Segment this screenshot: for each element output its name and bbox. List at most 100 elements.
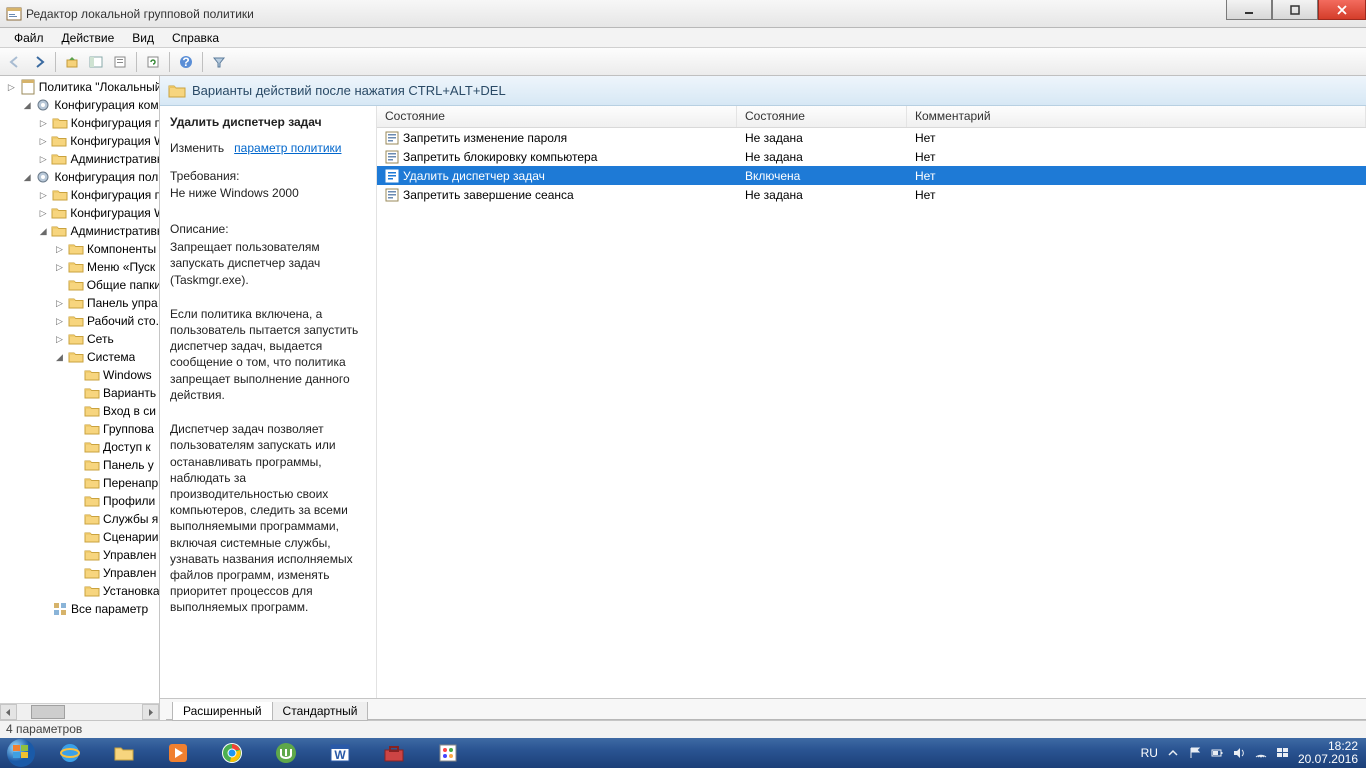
- tree-item-startmenu[interactable]: ▷Меню «Пуск: [2, 258, 159, 276]
- taskbar-item-toolbox[interactable]: [368, 739, 420, 767]
- collapse-icon[interactable]: ◢: [54, 352, 65, 363]
- tree-item-desktop[interactable]: ▷Рабочий сто.: [2, 312, 159, 330]
- properties-button[interactable]: [109, 51, 131, 73]
- tree-item-sys_login[interactable]: Вход в си: [2, 402, 159, 420]
- volume-icon[interactable]: [1232, 746, 1246, 760]
- tab-extended[interactable]: Расширенный: [172, 702, 273, 721]
- up-button[interactable]: [61, 51, 83, 73]
- menu-help[interactable]: Справка: [164, 30, 227, 46]
- collapse-icon[interactable]: ◢: [22, 172, 32, 183]
- network-icon[interactable]: [1254, 746, 1268, 760]
- taskbar-item-paint[interactable]: [422, 739, 474, 767]
- tree-item-components[interactable]: ▷Компоненты: [2, 240, 159, 258]
- list-row[interactable]: Запретить завершение сеансаНе заданаНет: [377, 185, 1366, 204]
- list-row[interactable]: Запретить блокировку компьютераНе задана…: [377, 147, 1366, 166]
- tree-item-sys_profiles[interactable]: Профили: [2, 492, 159, 510]
- tree-item-sys_services[interactable]: Службы я: [2, 510, 159, 528]
- nav-back-button[interactable]: [4, 51, 26, 73]
- show-hide-tree-button[interactable]: [85, 51, 107, 73]
- scroll-thumb[interactable]: [31, 705, 65, 719]
- taskbar-item-mediaplayer[interactable]: [152, 739, 204, 767]
- expand-icon[interactable]: ▷: [54, 298, 65, 309]
- chevron-up-icon[interactable]: [1166, 746, 1180, 760]
- nav-forward-button[interactable]: [28, 51, 50, 73]
- cell-state: Включена: [737, 169, 907, 183]
- folder-icon: [68, 349, 84, 365]
- tree-item-sys_scripts[interactable]: Сценарии: [2, 528, 159, 546]
- tree-item-sys_redirect[interactable]: Перенапр: [2, 474, 159, 492]
- column-header-state1[interactable]: Состояние: [377, 106, 737, 127]
- tree-item-control_panel[interactable]: ▷Панель упра: [2, 294, 159, 312]
- tree-item-sys_group[interactable]: Группова: [2, 420, 159, 438]
- folder-icon: [84, 439, 100, 455]
- tree-hscrollbar[interactable]: [0, 703, 159, 720]
- tree-item-comp_win[interactable]: ▷Конфигурация W: [2, 132, 159, 150]
- column-header-state2[interactable]: Состояние: [737, 106, 907, 127]
- menu-view[interactable]: Вид: [124, 30, 162, 46]
- tab-standard[interactable]: Стандартный: [272, 702, 369, 721]
- taskbar-item-utorrent[interactable]: [260, 739, 312, 767]
- tree-item-system[interactable]: ◢Система: [2, 348, 159, 366]
- requirements-text: Не ниже Windows 2000: [170, 185, 366, 201]
- tree-item-user_admin[interactable]: ◢Административн: [2, 222, 159, 240]
- menu-file[interactable]: Файл: [6, 30, 52, 46]
- tree-item-sys_mgmt1[interactable]: Управлен: [2, 546, 159, 564]
- refresh-button[interactable]: [142, 51, 164, 73]
- tree-item-network[interactable]: ▷Сеть: [2, 330, 159, 348]
- tree-item-sys_install[interactable]: Установка: [2, 582, 159, 600]
- tree-item-comp_soft[interactable]: ▷Конфигурация п: [2, 114, 159, 132]
- tree-item-user_cfg[interactable]: ◢Конфигурация поль: [2, 168, 159, 186]
- tree-item-sys_panel[interactable]: Панель у: [2, 456, 159, 474]
- tray-language[interactable]: RU: [1141, 746, 1158, 760]
- tree-item-root[interactable]: ▷Политика "Локальный: [2, 78, 159, 96]
- expand-icon[interactable]: ▷: [6, 82, 17, 93]
- tray-clock[interactable]: 18:22 20.07.2016: [1298, 740, 1358, 766]
- close-button[interactable]: [1318, 0, 1366, 20]
- edit-policy-link[interactable]: параметр политики: [234, 141, 341, 155]
- tree-item-shared_folders[interactable]: Общие папки: [2, 276, 159, 294]
- tree-item-all_params[interactable]: Все параметр: [2, 600, 159, 618]
- expand-icon[interactable]: ▷: [38, 118, 49, 129]
- tree-item-sys_access[interactable]: Доступ к: [2, 438, 159, 456]
- flag-icon[interactable]: [1188, 746, 1202, 760]
- taskbar-item-ie[interactable]: [44, 739, 96, 767]
- expand-icon[interactable]: ▷: [38, 190, 49, 201]
- folder-icon: [84, 457, 100, 473]
- tree-item-sys_windows[interactable]: Windows: [2, 366, 159, 384]
- start-button[interactable]: [0, 738, 42, 768]
- taskbar-item-chrome[interactable]: [206, 739, 258, 767]
- tree-item-comp_admin[interactable]: ▷Административн: [2, 150, 159, 168]
- tree-item-sys_mgmt2[interactable]: Управлен: [2, 564, 159, 582]
- list-row[interactable]: Запретить изменение пароляНе заданаНет: [377, 128, 1366, 147]
- scroll-left-button[interactable]: [0, 704, 17, 720]
- expand-icon[interactable]: ▷: [54, 334, 65, 345]
- expand-icon[interactable]: ▷: [38, 208, 48, 219]
- scroll-track[interactable]: [17, 704, 142, 720]
- titlebar: Редактор локальной групповой политики: [0, 0, 1366, 28]
- taskbar-item-word[interactable]: W: [314, 739, 366, 767]
- filter-button[interactable]: [208, 51, 230, 73]
- detail-body: Удалить диспетчер задач Изменить парамет…: [160, 106, 1366, 698]
- maximize-button[interactable]: [1272, 0, 1318, 20]
- collapse-icon[interactable]: ◢: [22, 100, 32, 111]
- help-button[interactable]: ?: [175, 51, 197, 73]
- expand-icon[interactable]: ▷: [38, 136, 48, 147]
- tree-item-user_win[interactable]: ▷Конфигурация W: [2, 204, 159, 222]
- taskbar-item-explorer[interactable]: [98, 739, 150, 767]
- menu-action[interactable]: Действие: [54, 30, 123, 46]
- expand-icon[interactable]: ▷: [54, 244, 65, 255]
- list-row[interactable]: Удалить диспетчер задачВключенаНет: [377, 166, 1366, 185]
- tree-item-comp_cfg[interactable]: ◢Конфигурация комп: [2, 96, 159, 114]
- column-header-comment[interactable]: Комментарий: [907, 106, 1366, 127]
- expand-icon[interactable]: ▷: [54, 262, 65, 273]
- tree-item-sys_variants[interactable]: Варианть: [2, 384, 159, 402]
- collapse-icon[interactable]: ◢: [38, 226, 48, 237]
- requirements-label: Требования:: [170, 168, 366, 184]
- scroll-right-button[interactable]: [142, 704, 159, 720]
- windows-icon[interactable]: [1276, 746, 1290, 760]
- expand-icon[interactable]: ▷: [38, 154, 48, 165]
- expand-icon[interactable]: ▷: [54, 316, 65, 327]
- minimize-button[interactable]: [1226, 0, 1272, 20]
- battery-icon[interactable]: [1210, 746, 1224, 760]
- tree-item-user_soft[interactable]: ▷Конфигурация п: [2, 186, 159, 204]
